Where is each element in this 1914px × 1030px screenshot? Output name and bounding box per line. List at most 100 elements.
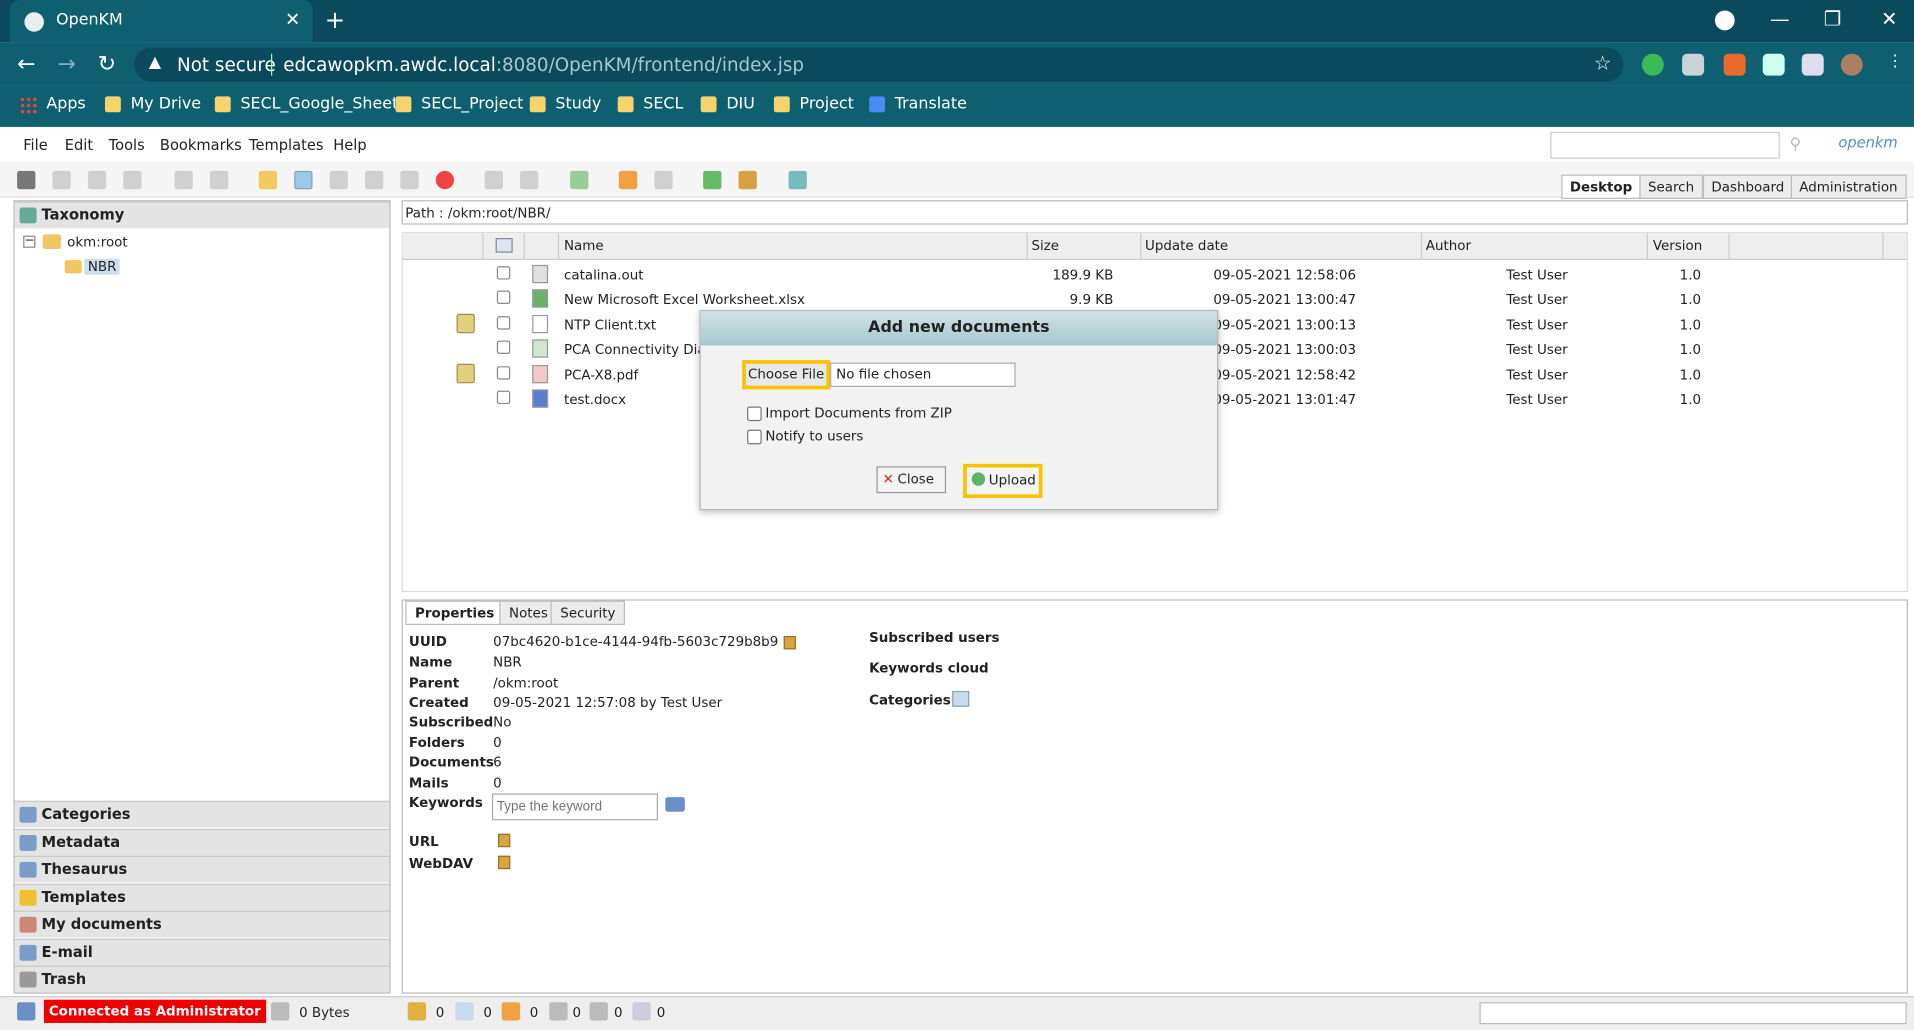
properties-icon[interactable] xyxy=(400,170,419,190)
camera-extension-icon[interactable] xyxy=(1682,53,1705,76)
row-checkbox[interactable] xyxy=(496,366,511,380)
find-icon[interactable] xyxy=(17,170,36,190)
locked-docs-icon[interactable] xyxy=(407,1002,427,1021)
stack-trash[interactable]: Trash xyxy=(14,965,390,993)
menu-help[interactable]: Help xyxy=(333,137,366,154)
workflow-icon[interactable] xyxy=(570,170,589,190)
browser-menu-icon[interactable]: ⋮ xyxy=(1887,52,1903,70)
paste-icon[interactable] xyxy=(520,170,539,190)
tree-node-nbr[interactable]: NBR xyxy=(84,258,121,275)
copy-url-icon[interactable] xyxy=(498,833,511,848)
tab-notes[interactable]: Notes xyxy=(499,600,558,625)
stack-metadata[interactable]: Metadata xyxy=(14,828,390,856)
table-row[interactable]: New Microsoft Excel Worksheet.xlsx 9.9 K… xyxy=(403,287,1907,311)
minimize-icon[interactable]: — xyxy=(1770,7,1790,30)
url-text[interactable]: edcawopkm.awdc.local:8080/OpenKM/fronten… xyxy=(283,54,804,76)
bookmark-my-drive[interactable]: My Drive xyxy=(104,95,201,114)
file-name[interactable]: NTP Client.txt xyxy=(564,317,656,333)
notify-users-checkbox[interactable] xyxy=(747,429,762,445)
row-checkbox[interactable] xyxy=(496,266,511,280)
tab-administration[interactable]: Administration xyxy=(1790,174,1907,199)
bookmark-add-icon[interactable] xyxy=(618,170,638,190)
new-tab-button[interactable]: + xyxy=(325,5,345,34)
row-checkbox[interactable] xyxy=(496,390,511,405)
menu-file[interactable]: File xyxy=(23,137,48,154)
search-icon[interactable]: ⚲ xyxy=(1790,135,1802,153)
collapse-icon[interactable]: − xyxy=(23,235,36,248)
upload-button[interactable]: Upload xyxy=(963,463,1043,499)
export-icon[interactable] xyxy=(788,170,807,190)
row-checkbox[interactable] xyxy=(496,340,511,355)
close-button[interactable]: ✕ Close xyxy=(876,466,947,494)
menu-tools[interactable]: Tools xyxy=(109,137,145,154)
grammarly-extension-icon[interactable] xyxy=(1641,53,1664,76)
browser-tab[interactable]: OpenKM ✕ xyxy=(9,0,313,43)
bookmark-study[interactable]: Study xyxy=(529,95,601,114)
copy-icon[interactable] xyxy=(783,635,796,649)
bookmark-secl[interactable]: SECL xyxy=(617,95,683,114)
stack-templates[interactable]: Templates xyxy=(14,883,390,911)
taxonomy-header[interactable]: Taxonomy xyxy=(14,201,390,229)
tab-desktop[interactable]: Desktop xyxy=(1561,174,1641,199)
omnibox[interactable]: ▲ Not secure edcawopkm.awdc.local:8080/O… xyxy=(134,47,1624,82)
file-name[interactable]: New Microsoft Excel Worksheet.xlsx xyxy=(564,292,805,308)
tab-properties[interactable]: Properties xyxy=(405,600,504,625)
window-close-icon[interactable]: ✕ xyxy=(1881,7,1897,30)
file-name[interactable]: catalina.out xyxy=(564,267,644,283)
column-size[interactable]: Size xyxy=(1031,238,1059,254)
bookmark-secl-google-sheet[interactable]: SECL_Google_Sheet xyxy=(214,95,398,114)
subscribed-docs-icon[interactable] xyxy=(501,1002,521,1021)
print-icon[interactable] xyxy=(123,170,142,190)
stack-my-documents[interactable]: My documents xyxy=(14,910,390,938)
profile-dropdown-icon[interactable]: ⬤ xyxy=(1714,7,1736,30)
stack-thesaurus[interactable]: Thesaurus xyxy=(14,855,390,883)
select-all-icon[interactable] xyxy=(495,238,513,253)
file-name[interactable]: test.docx xyxy=(564,392,626,408)
tab-search[interactable]: Search xyxy=(1639,174,1703,199)
workflow-tasks-icon[interactable] xyxy=(589,1002,608,1021)
column-version[interactable]: Version xyxy=(1653,238,1702,254)
download-icon[interactable] xyxy=(329,170,348,190)
keyword-input[interactable] xyxy=(491,793,658,821)
add-document-icon[interactable] xyxy=(294,170,313,190)
note-icon[interactable] xyxy=(456,363,475,384)
forward-icon[interactable]: → xyxy=(57,51,75,77)
create-folder-icon[interactable] xyxy=(258,170,278,190)
edit-categories-icon[interactable] xyxy=(952,690,970,707)
bookmark-translate[interactable]: Translate xyxy=(869,95,967,114)
bookmark-project[interactable]: Project xyxy=(773,95,854,114)
file-name[interactable]: PCA-X8.pdf xyxy=(564,367,638,383)
bookmark-remove-icon[interactable] xyxy=(654,170,673,190)
tab-dashboard[interactable]: Dashboard xyxy=(1702,174,1793,199)
extension-icon[interactable] xyxy=(1723,53,1746,76)
bookmark-diu[interactable]: DIU xyxy=(700,95,755,114)
unlock-icon[interactable] xyxy=(87,170,107,190)
quick-search-input[interactable] xyxy=(1550,131,1780,159)
lock-icon[interactable] xyxy=(52,170,71,190)
screen-recorder-icon[interactable] xyxy=(1762,53,1785,76)
copy-webdav-icon[interactable] xyxy=(498,855,511,870)
column-author[interactable]: Author xyxy=(1426,238,1471,254)
stack-email[interactable]: E-mail xyxy=(14,938,390,966)
home-icon[interactable] xyxy=(738,170,757,190)
news-icon[interactable] xyxy=(549,1002,568,1021)
rename-icon[interactable] xyxy=(364,170,384,190)
checkin-icon[interactable] xyxy=(209,170,229,190)
cut-icon[interactable] xyxy=(484,170,503,190)
choose-file-button[interactable]: Choose File xyxy=(742,360,831,390)
column-name[interactable]: Name xyxy=(564,238,604,254)
checkout-icon[interactable] xyxy=(174,170,193,190)
menu-edit[interactable]: Edit xyxy=(65,137,93,154)
checkout-docs-icon[interactable] xyxy=(455,1002,474,1021)
delete-icon[interactable] xyxy=(435,170,455,190)
note-icon[interactable] xyxy=(456,313,475,334)
profile-avatar[interactable] xyxy=(1840,53,1863,76)
row-checkbox[interactable] xyxy=(496,290,511,304)
menu-templates[interactable]: Templates xyxy=(249,137,323,154)
extensions-puzzle-icon[interactable] xyxy=(1801,53,1824,76)
file-name[interactable]: PCA Connectivity Diag xyxy=(564,342,714,358)
tab-close-icon[interactable]: ✕ xyxy=(285,9,300,31)
tree-root[interactable]: okm:root xyxy=(67,234,128,250)
thesaurus-book-icon[interactable] xyxy=(665,797,685,812)
row-checkbox[interactable] xyxy=(496,316,511,330)
